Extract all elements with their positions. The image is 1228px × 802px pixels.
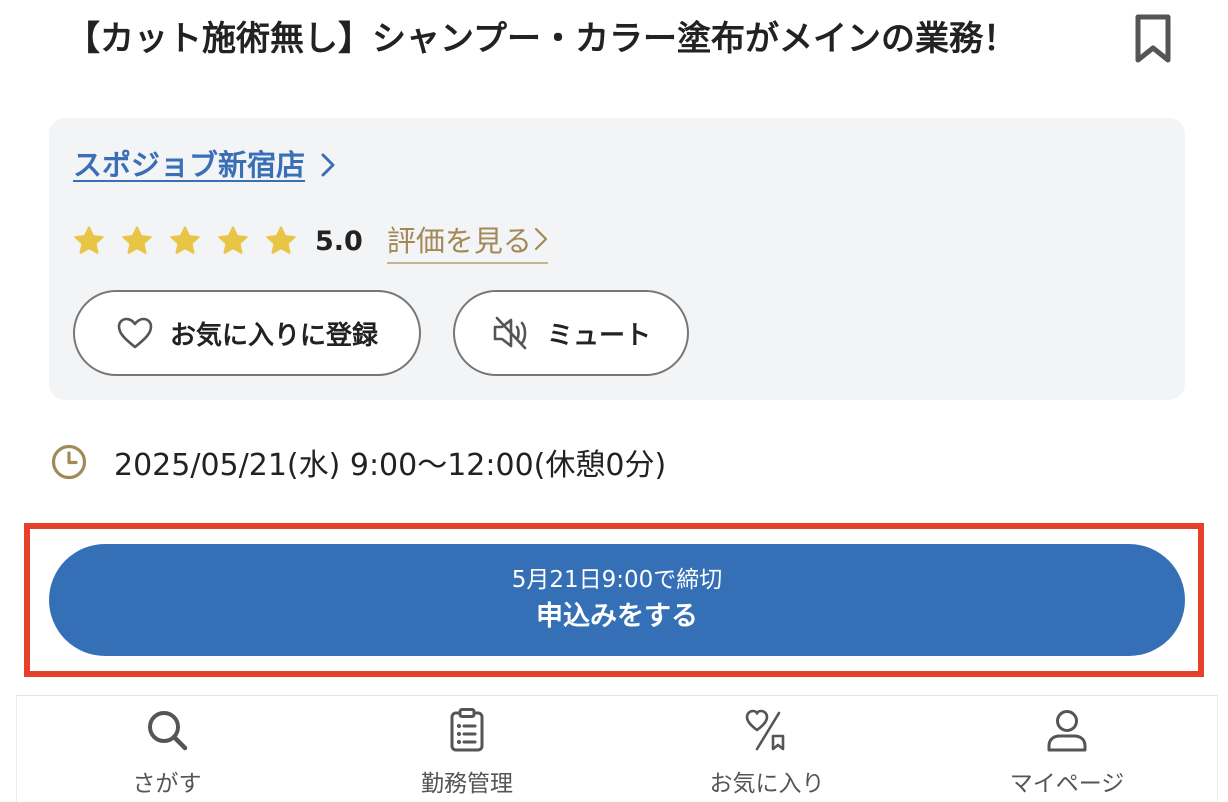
search-icon [143, 706, 191, 754]
clipboard-list-icon [443, 706, 491, 754]
store-link[interactable]: スポジョブ新宿店 [73, 144, 335, 186]
tab-work-management-label: 勤務管理 [421, 771, 513, 797]
add-favorite-button[interactable]: お気に入りに登録 [73, 290, 421, 376]
bottom-tab-bar: さがす 勤務管理 お気に入り マイページ [16, 695, 1218, 802]
apply-label: 申込みをする [536, 601, 698, 632]
view-reviews-label: 評価を見る [386, 224, 532, 258]
tab-mypage-label: マイページ [1009, 771, 1125, 797]
add-favorite-label: お気に入りに登録 [169, 320, 378, 351]
job-title: 【カット施術無し】シャンプー・カラー塗布がメインの業務！ [66, 19, 1017, 59]
star-icon [266, 226, 296, 254]
heart-icon [116, 316, 154, 350]
star-icon [218, 226, 248, 254]
tab-favorites-label: お気に入り [709, 771, 825, 797]
mute-label: ミュート [546, 320, 651, 351]
view-reviews-link[interactable]: 評価を見る [386, 218, 548, 264]
bookmark-icon [1135, 14, 1171, 63]
apply-deadline: 5月21日9:00で締切 [511, 567, 723, 593]
tab-mypage[interactable]: マイページ [917, 696, 1217, 802]
rating-row: 5.0 評価を見る [73, 218, 548, 264]
clock-icon [50, 443, 88, 481]
schedule-text: 2025/05/21(水) 9:00〜12:00(休憩0分) [114, 448, 667, 483]
tab-favorites[interactable]: お気に入り [617, 696, 917, 802]
rating-score: 5.0 [315, 225, 363, 257]
tab-search[interactable]: さがす [17, 696, 317, 802]
heart-percent-icon [743, 706, 791, 754]
star-rating [73, 225, 313, 257]
chevron-right-icon [321, 153, 335, 177]
store-card: スポジョブ新宿店 5.0 評価を見る お気に入りに登録 ミュート [49, 118, 1185, 400]
mute-button[interactable]: ミュート [453, 290, 689, 376]
store-name[interactable]: スポジョブ新宿店 [73, 144, 305, 186]
speaker-muted-icon [491, 314, 531, 352]
chevron-right-icon [534, 227, 547, 251]
apply-button[interactable]: 5月21日9:00で締切 申込みをする [49, 544, 1185, 656]
tab-search-label: さがす [132, 771, 202, 797]
bookmark-button[interactable] [1128, 10, 1178, 68]
star-icon [74, 226, 104, 254]
schedule-row: 2025/05/21(水) 9:00〜12:00(休憩0分) [50, 440, 666, 484]
star-icon [122, 226, 152, 254]
person-icon [1043, 706, 1091, 754]
tab-work-management[interactable]: 勤務管理 [317, 696, 617, 802]
star-icon [170, 226, 200, 254]
